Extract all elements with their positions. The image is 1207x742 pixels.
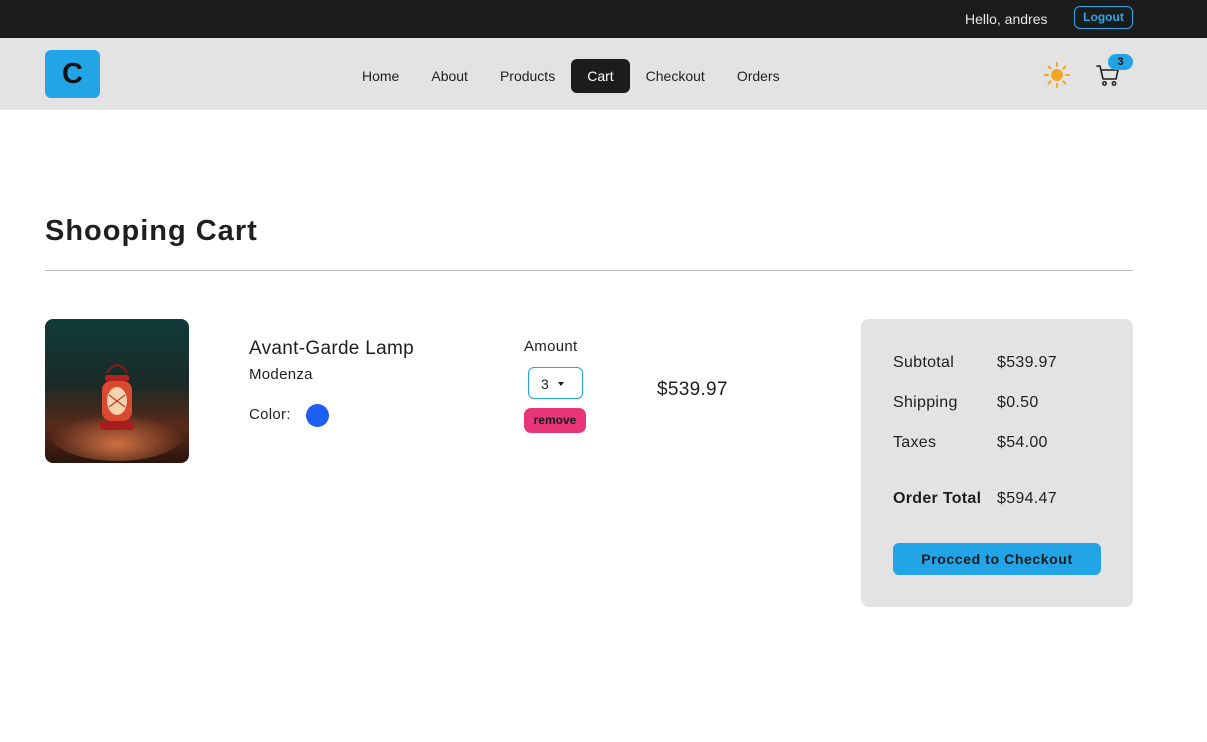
color-label: Color: <box>249 406 291 423</box>
proceed-to-checkout-button[interactable]: Procced to Checkout <box>893 543 1101 575</box>
title-divider <box>45 270 1133 271</box>
order-total-value: $594.47 <box>997 490 1057 507</box>
nav-link-home[interactable]: Home <box>346 59 415 93</box>
nav-link-checkout[interactable]: Checkout <box>630 59 721 93</box>
nav-link-orders[interactable]: Orders <box>721 59 796 93</box>
sun-icon[interactable] <box>1044 62 1070 88</box>
subtotal-label: Subtotal <box>893 354 955 371</box>
nav-link-about[interactable]: About <box>415 59 484 93</box>
product-image <box>45 319 189 463</box>
nav-bar: C Home About Products Cart Checkout Orde… <box>0 38 1207 110</box>
order-total-label: Order Total <box>893 490 982 507</box>
product-company: Modenza <box>249 366 313 383</box>
logout-button[interactable]: Logout <box>1074 6 1133 29</box>
page-title: Shooping Cart <box>45 215 258 247</box>
lantern-image <box>45 319 189 463</box>
taxes-label: Taxes <box>893 434 937 451</box>
top-bar: Hello, andres Logout <box>0 0 1207 38</box>
shipping-value: $0.50 <box>997 394 1039 411</box>
user-greeting: Hello, andres <box>965 11 1048 27</box>
caret-down-icon <box>558 382 564 386</box>
subtotal-value: $539.97 <box>997 354 1057 371</box>
product-price: $539.97 <box>657 379 728 400</box>
order-summary-card: Subtotal $539.97 Shipping $0.50 Taxes $5… <box>861 319 1133 607</box>
color-swatch <box>306 404 329 427</box>
amount-label: Amount <box>524 338 578 355</box>
logo[interactable]: C <box>45 50 100 98</box>
product-name: Avant-Garde Lamp <box>249 338 414 359</box>
nav-link-cart[interactable]: Cart <box>571 59 630 93</box>
amount-select[interactable]: 3 <box>528 367 583 399</box>
remove-button[interactable]: remove <box>524 408 586 433</box>
taxes-value: $54.00 <box>997 434 1048 451</box>
main-nav: Home About Products Cart Checkout Orders <box>346 59 796 93</box>
cart-count-badge: 3 <box>1108 54 1133 70</box>
nav-link-products[interactable]: Products <box>484 59 571 93</box>
amount-value: 3 <box>541 376 549 392</box>
shipping-label: Shipping <box>893 394 958 411</box>
